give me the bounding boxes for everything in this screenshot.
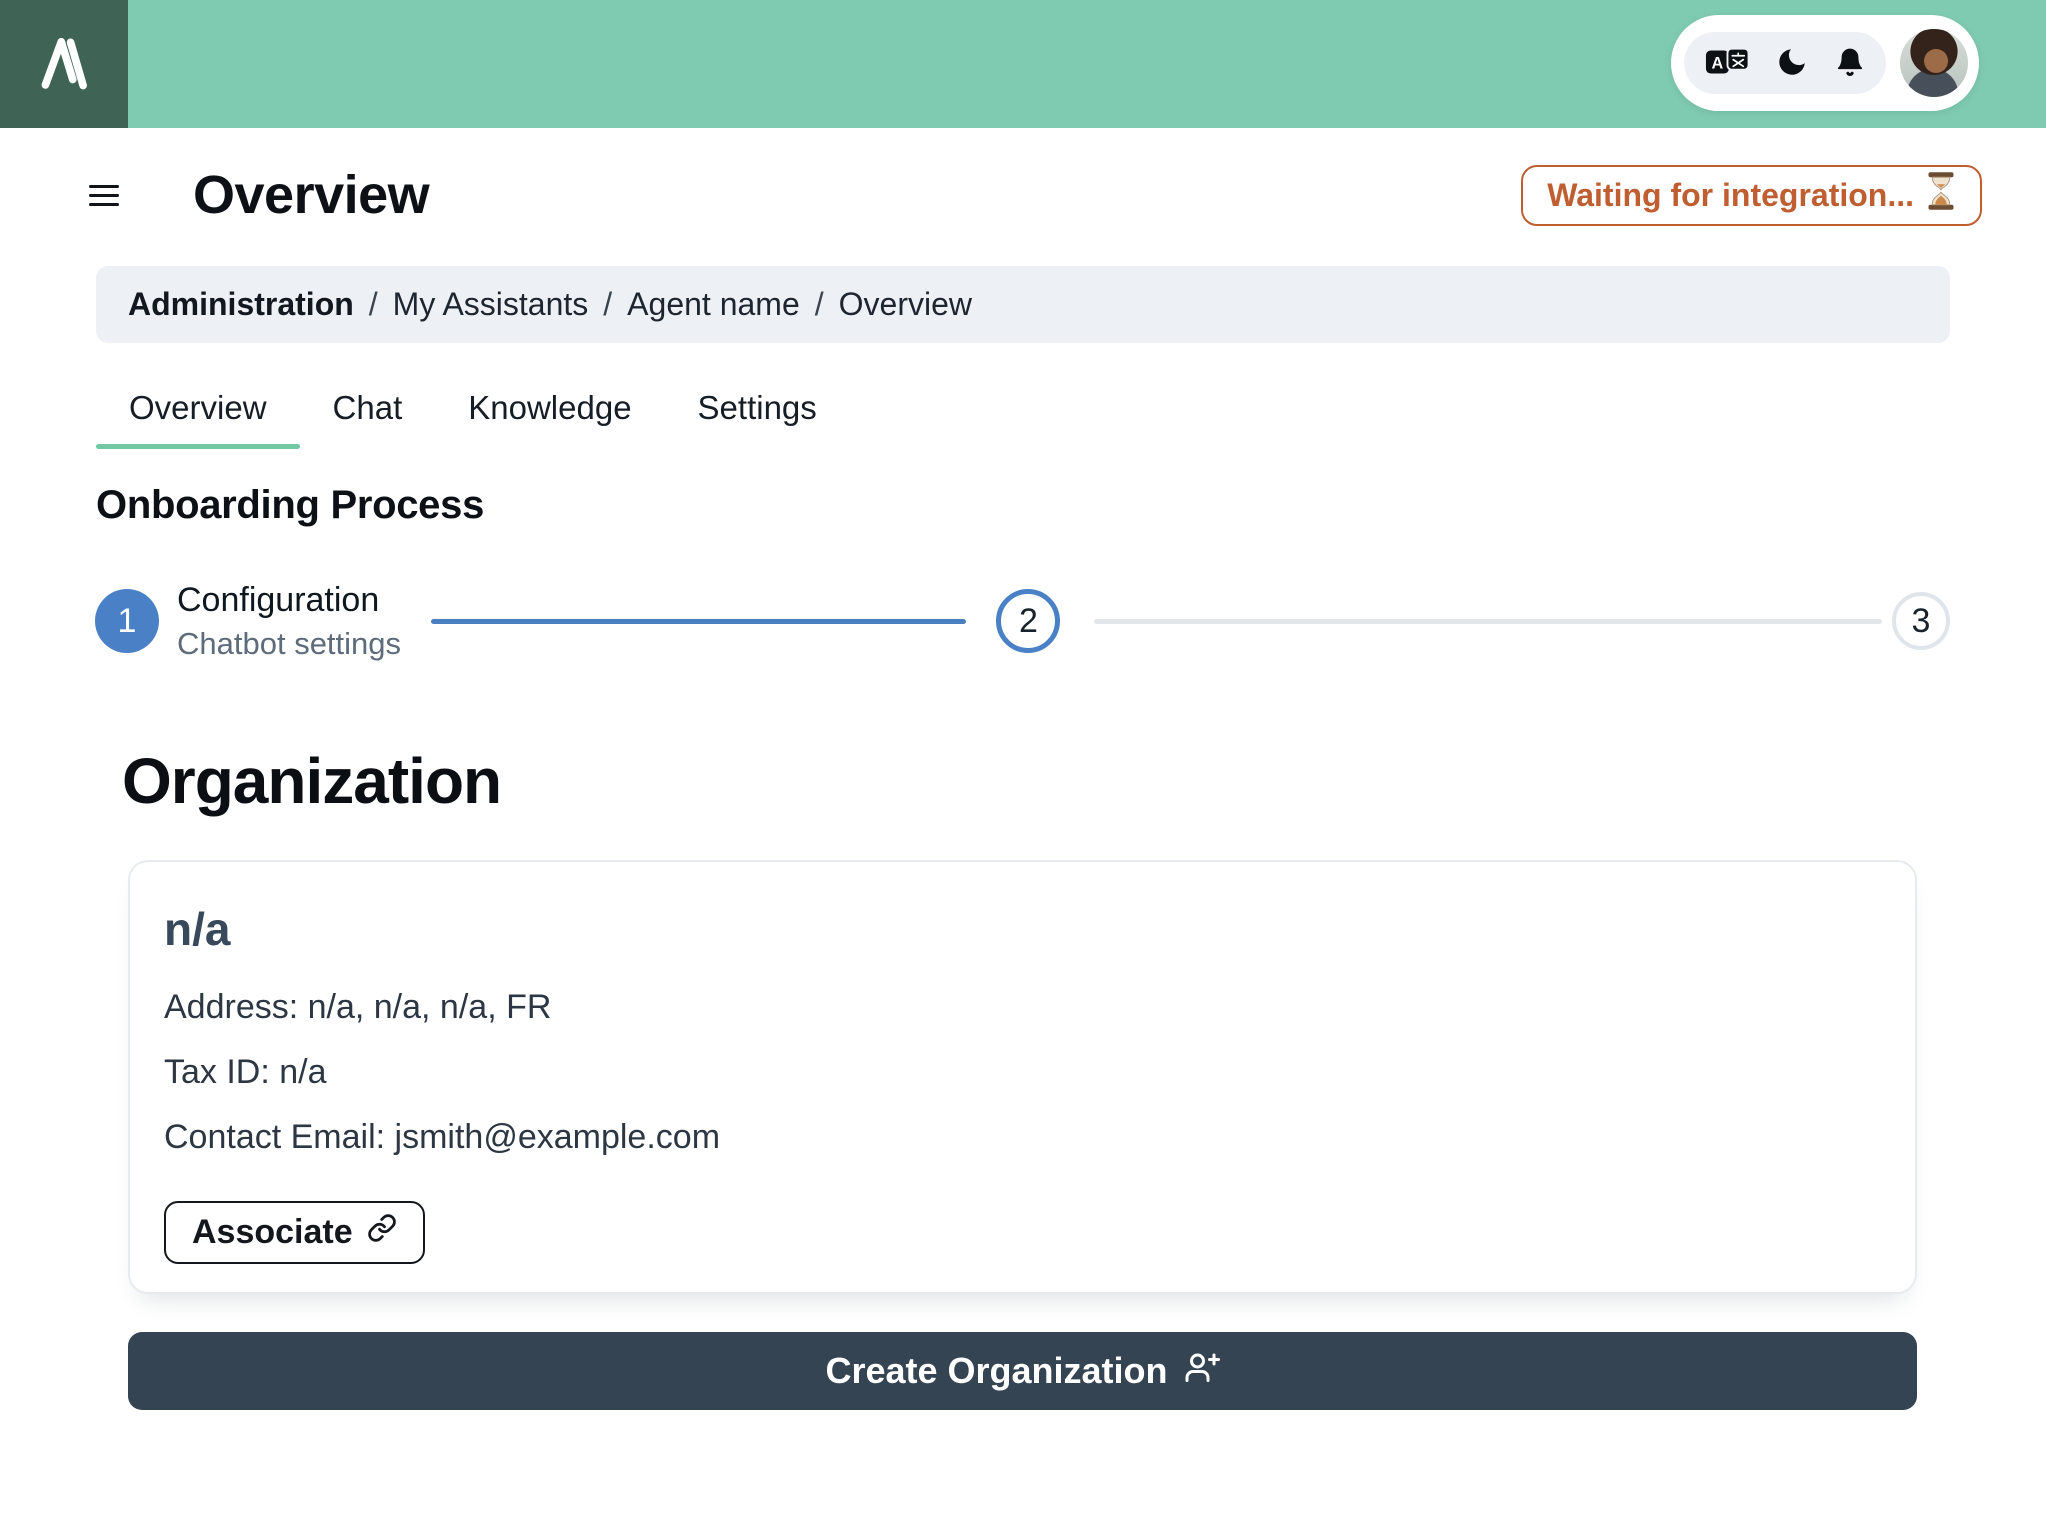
breadcrumb: Administration / My Assistants / Agent n… — [96, 266, 1950, 343]
topbar-actions-pill: A — [1671, 15, 1979, 111]
breadcrumb-separator: / — [603, 286, 613, 322]
brand-logo[interactable] — [0, 0, 128, 128]
organization-name: n/a — [164, 903, 231, 955]
breadcrumb-item-administration[interactable]: Administration — [128, 286, 354, 323]
link-icon — [367, 1213, 397, 1252]
menu-toggle-button[interactable] — [89, 184, 119, 206]
user-avatar[interactable] — [1900, 29, 1968, 97]
associate-button[interactable]: Associate — [164, 1201, 425, 1264]
theme-toggle-button[interactable] — [1775, 45, 1809, 82]
organization-card: n/a Address: n/a, n/a, n/a, FR Tax ID: n… — [128, 860, 1917, 1294]
tab-bar: Overview Chat Knowledge Settings — [96, 389, 2046, 449]
organization-contact-email: Contact Email: jsmith@example.com — [164, 1118, 721, 1156]
create-organization-label: Create Organization — [825, 1350, 1168, 1391]
step-1-labels: Configuration Chatbot settings — [177, 580, 401, 662]
title-row: Overview Waiting for integration... — [0, 128, 2046, 226]
breadcrumb-separator: / — [814, 286, 824, 322]
tab-settings[interactable]: Settings — [665, 389, 850, 449]
onboarding-heading: Onboarding Process — [96, 483, 485, 527]
organization-tax-id: Tax ID: n/a — [164, 1053, 327, 1091]
translate-icon: A — [1705, 47, 1750, 80]
quick-actions-group: A — [1684, 32, 1886, 94]
breadcrumb-item-agent-name[interactable]: Agent name — [627, 286, 800, 323]
notifications-button[interactable] — [1835, 46, 1865, 81]
step-3-circle[interactable]: 3 — [1892, 592, 1950, 650]
organization-address: Address: n/a, n/a, n/a, FR — [164, 988, 552, 1026]
organization-heading: Organization — [122, 745, 502, 817]
bell-icon — [1835, 46, 1865, 81]
associate-button-label: Associate — [192, 1213, 353, 1251]
step-connector-inactive — [1094, 618, 1882, 624]
svg-text:A: A — [1712, 54, 1724, 72]
onboarding-stepper: 1 Configuration Chatbot settings 2 3 — [95, 580, 1950, 662]
tab-chat[interactable]: Chat — [300, 389, 436, 449]
page-title: Overview — [193, 165, 430, 225]
brand-logo-icon — [29, 27, 99, 102]
tab-overview[interactable]: Overview — [96, 389, 300, 449]
tab-knowledge[interactable]: Knowledge — [435, 389, 664, 449]
language-button[interactable]: A — [1705, 47, 1750, 80]
step-2-circle[interactable]: 2 — [996, 589, 1061, 653]
status-badge: Waiting for integration... — [1521, 164, 1982, 226]
hourglass-icon — [1926, 172, 1956, 218]
topbar: A — [0, 0, 2046, 128]
status-badge-label: Waiting for integration... — [1547, 176, 1914, 213]
breadcrumb-separator: / — [368, 286, 378, 322]
step-1-title: Configuration — [177, 581, 380, 619]
moon-icon — [1775, 45, 1809, 82]
user-plus-icon — [1184, 1349, 1220, 1394]
step-1-subtitle: Chatbot settings — [177, 626, 402, 661]
breadcrumb-item-my-assistants[interactable]: My Assistants — [393, 286, 589, 323]
create-organization-button[interactable]: Create Organization — [128, 1332, 1917, 1410]
step-1-circle[interactable]: 1 — [95, 589, 159, 653]
breadcrumb-item-overview[interactable]: Overview — [839, 286, 972, 323]
step-connector-active — [431, 618, 967, 624]
